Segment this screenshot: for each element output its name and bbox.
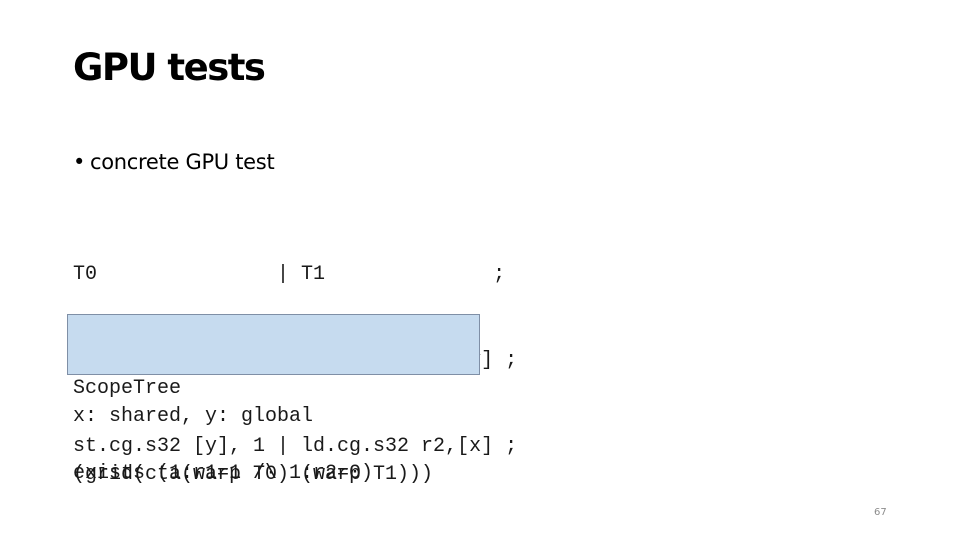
memory-locations: x: shared, y: global: [73, 405, 314, 428]
code-line-threads-header: T0 | T1 ;: [73, 263, 506, 287]
slide: GPU tests •concrete GPU test T0 | T1 ; s…: [0, 0, 960, 540]
bullet-marker: •: [73, 150, 86, 174]
page-number: 67: [874, 507, 887, 518]
scope-tree-label: ScopeTree: [73, 377, 182, 401]
bullet-item: • concrete GPU test: [73, 147, 275, 177]
slide-title: GPU tests: [73, 46, 266, 89]
bullet-text: concrete GPU test: [90, 150, 275, 174]
scope-tree: ScopeTree (grid(cta(warp T0) (warp T1))): [73, 318, 433, 547]
exists-clause: exists (1:r1=1 /\ 1:r2=0): [73, 462, 374, 485]
